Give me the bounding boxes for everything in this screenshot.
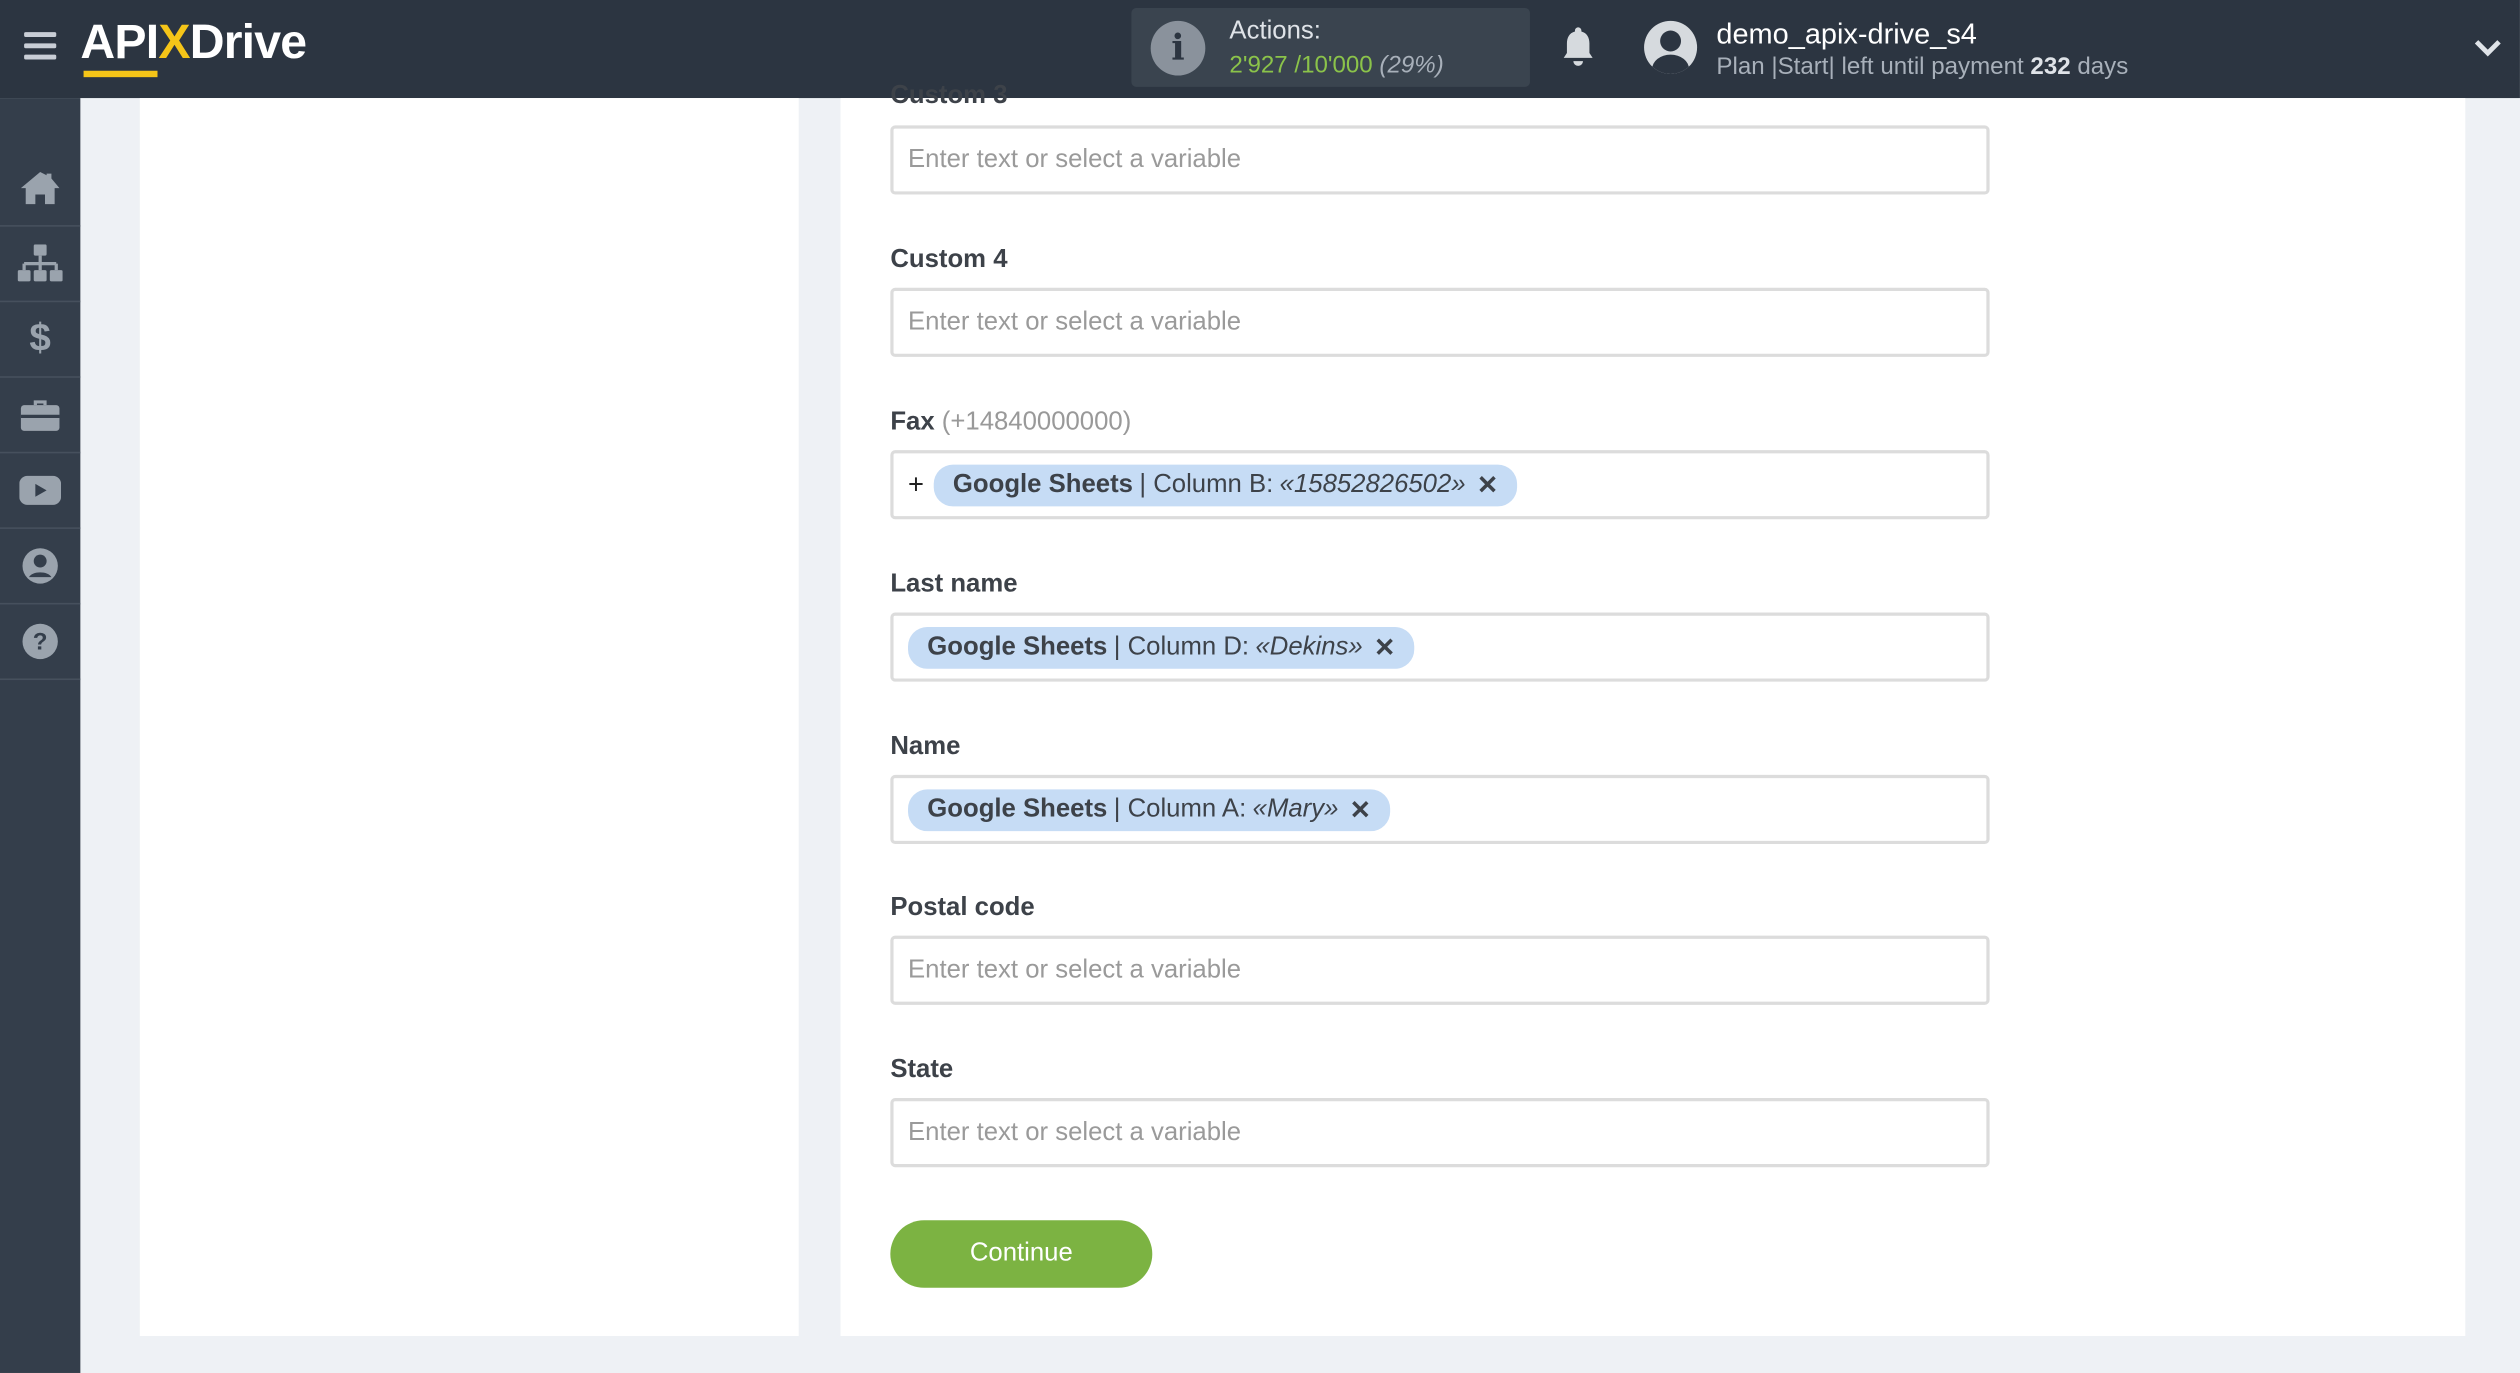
last-name-input[interactable]: Google Sheets | Column D: «Dekins» ✕	[890, 612, 1990, 682]
youtube-icon	[19, 475, 62, 505]
sidebar-item-account[interactable]	[0, 529, 81, 605]
help-icon: ?	[22, 623, 58, 660]
placeholder: Enter text or select a variable	[908, 307, 1242, 336]
variable-chip[interactable]: Google Sheets | Column D: «Dekins» ✕	[908, 626, 1415, 668]
postal-code-input[interactable]: Enter text or select a variable	[890, 935, 1990, 1005]
avatar[interactable]	[1644, 20, 1698, 74]
variable-chip[interactable]: Google Sheets | Column B: «15852826502» ✕	[933, 463, 1518, 506]
state-input[interactable]: Enter text or select a variable	[890, 1098, 1990, 1168]
field-label-last-name: Last name	[890, 570, 1018, 599]
username[interactable]: demo_apix-drive_s4	[1716, 18, 1977, 52]
field-label-postal-code: Postal code	[890, 893, 1035, 922]
briefcase-icon	[20, 400, 60, 431]
field-label-name: Name	[890, 733, 961, 761]
name-input[interactable]: Google Sheets | Column A: «Mary» ✕	[890, 774, 1990, 845]
placeholder: Enter text or select a variable	[908, 955, 1242, 984]
user-icon	[22, 548, 58, 584]
home-icon	[20, 172, 60, 205]
close-icon[interactable]: ✕	[1477, 469, 1499, 501]
logo[interactable]: APIXDrive	[80, 16, 307, 78]
sitemap-icon	[17, 244, 63, 282]
info-icon: i	[1150, 20, 1206, 76]
custom-3-input[interactable]: Enter text or select a variable	[890, 125, 1990, 195]
form-panel: Custom 3 Enter text or select a variable…	[840, 82, 2466, 1336]
plan-info: Plan |Start| left until payment 232 days	[1716, 53, 2129, 81]
bell-icon[interactable]	[1559, 24, 1598, 69]
custom-4-input[interactable]: Enter text or select a variable	[890, 287, 1990, 357]
placeholder: Enter text or select a variable	[908, 145, 1242, 173]
field-label-custom-4: Custom 4	[890, 245, 1008, 274]
menu-icon[interactable]	[24, 32, 57, 61]
sidebar-item-home[interactable]	[0, 151, 81, 227]
dollar-icon: $	[29, 316, 51, 361]
sidebar: $ ?	[0, 98, 81, 1373]
fax-input[interactable]: + Google Sheets | Column B: «15852826502» ✕	[890, 450, 1990, 520]
continue-button[interactable]: Continue	[890, 1220, 1153, 1288]
field-label-fax: Fax (+14840000000)	[890, 408, 1132, 436]
field-label-custom-3: Custom 3	[890, 81, 1008, 110]
sidebar-item-projects[interactable]	[0, 378, 81, 454]
variable-chip[interactable]: Google Sheets | Column A: «Mary» ✕	[908, 788, 1391, 831]
plus-icon[interactable]: +	[908, 469, 924, 501]
placeholder: Enter text or select a variable	[908, 1118, 1242, 1146]
actions-label: Actions:	[1229, 17, 1321, 46]
sidebar-item-help[interactable]: ?	[0, 604, 81, 681]
close-icon[interactable]: ✕	[1374, 631, 1396, 663]
left-panel	[139, 98, 799, 1336]
sidebar-item-video[interactable]	[0, 453, 81, 529]
top-bar: APIXDrive i Actions: 2'927 /10'000 (29%)…	[0, 0, 2520, 99]
svg-text:?: ?	[33, 629, 48, 656]
sidebar-item-billing[interactable]: $	[0, 302, 81, 378]
close-icon[interactable]: ✕	[1350, 793, 1372, 825]
field-label-state: State	[890, 1056, 954, 1084]
sidebar-item-connections[interactable]	[0, 227, 81, 303]
actions-value: 2'927 /10'000 (29%)	[1229, 51, 1444, 79]
chevron-down-icon[interactable]	[2472, 32, 2504, 64]
actions-counter: i Actions: 2'927 /10'000 (29%)	[1131, 8, 1530, 87]
